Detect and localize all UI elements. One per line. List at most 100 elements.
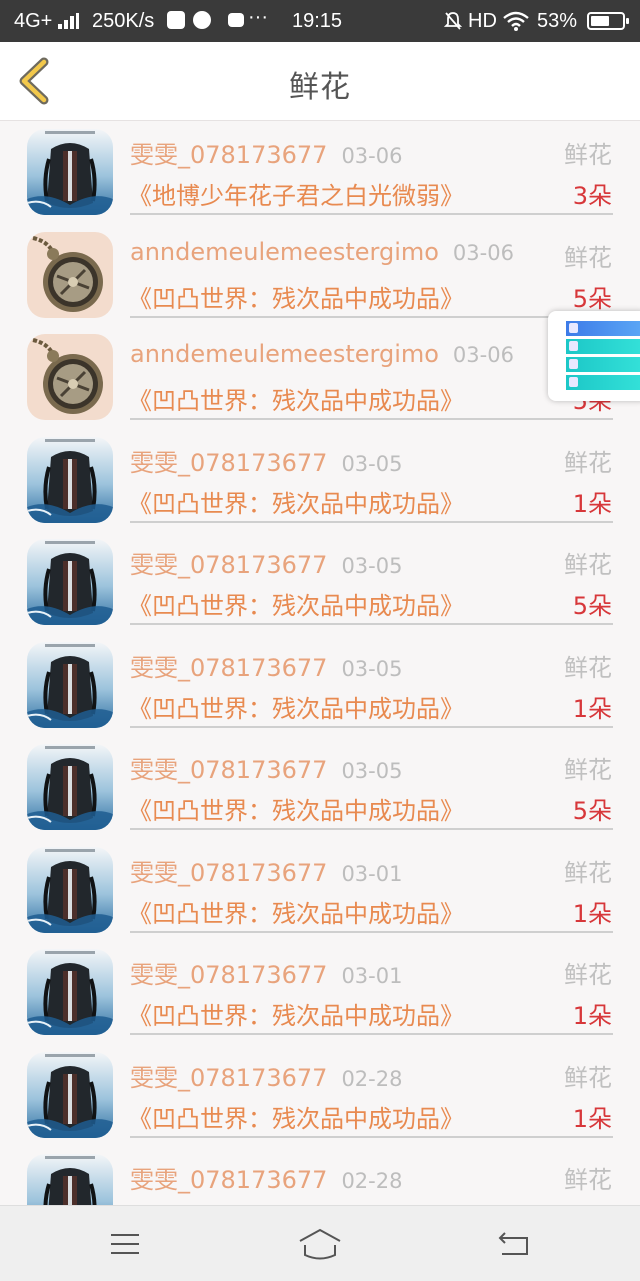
gift-type: 鲜花 <box>564 858 612 887</box>
shortcut-item[interactable] <box>566 357 640 372</box>
flower-record-list: 雯雯_078173677 03-06 鲜花 《地博少年花子君之白光微弱》 3朵 a… <box>0 121 640 1205</box>
home-icon[interactable] <box>296 1224 344 1264</box>
username-line[interactable]: 雯雯_078173677 03-05 <box>130 648 402 683</box>
row-divider <box>130 623 613 625</box>
network-label: 4G+ <box>14 10 53 32</box>
floating-shortcut-widget[interactable] <box>548 311 640 401</box>
username[interactable]: anndemeulemeestergimo <box>130 238 439 266</box>
shortcut-item[interactable] <box>566 339 640 354</box>
shortcut-item[interactable] <box>566 375 640 390</box>
signal-icon <box>58 13 79 29</box>
username-line[interactable]: 雯雯_078173677 03-05 <box>130 545 402 580</box>
system-navigation-bar <box>0 1205 640 1281</box>
username-line[interactable]: 雯雯_078173677 03-01 <box>130 955 402 990</box>
list-item[interactable]: 雯雯_078173677 03-05 鲜花 《凹凸世界：残次品中成功品》 1朵 <box>0 429 640 531</box>
media-icon <box>167 11 185 29</box>
backpack-avatar[interactable] <box>27 436 113 523</box>
list-item[interactable]: 雯雯_078173677 03-05 鲜花 《凹凸世界：残次品中成功品》 5朵 <box>0 531 640 633</box>
username[interactable]: 雯雯_078173677 <box>130 551 327 579</box>
username[interactable]: 雯雯_078173677 <box>130 1064 327 1092</box>
shortcut-item[interactable] <box>566 321 640 336</box>
backpack-avatar[interactable] <box>27 744 113 830</box>
row-divider <box>130 930 613 933</box>
flower-count: 5朵 <box>572 592 612 620</box>
flower-count: 3朵 <box>572 182 612 210</box>
username-line[interactable]: 雯雯_078173677 02-28 <box>130 1058 402 1093</box>
book-title-link[interactable]: 《凹凸世界：残次品中成功品》 <box>128 381 464 416</box>
list-item[interactable]: 雯雯_078173677 03-05 鲜花 《凹凸世界：残次品中成功品》 1朵 <box>0 634 640 736</box>
pocket-watch-avatar[interactable] <box>27 231 113 318</box>
mute-icon <box>444 12 462 30</box>
gift-type: 鲜花 <box>564 243 612 272</box>
gift-date: 03-05 <box>341 554 403 578</box>
book-title-link[interactable]: 《地博少年花子君之白光微弱》 <box>128 176 464 211</box>
username[interactable]: 雯雯_078173677 <box>130 1166 327 1194</box>
gift-date: 03-06 <box>341 144 403 168</box>
username[interactable]: 雯雯_078173677 <box>130 141 327 169</box>
more-notifications-icon: ··· <box>248 6 268 28</box>
username[interactable]: 雯雯_078173677 <box>130 859 327 887</box>
book-title-link[interactable]: 《凹凸世界：残次品中成功品》 <box>128 279 464 314</box>
backpack-avatar[interactable] <box>27 949 113 1035</box>
gift-date: 03-01 <box>341 861 403 886</box>
backpack-avatar[interactable] <box>27 846 113 933</box>
gift-type: 鲜花 <box>564 1166 612 1194</box>
username[interactable]: anndemeulemeestergimo <box>130 340 439 368</box>
username-line[interactable]: 雯雯_078173677 03-01 <box>130 853 402 888</box>
row-divider <box>130 315 613 318</box>
backpack-avatar[interactable] <box>27 1154 113 1205</box>
row-divider <box>130 418 613 420</box>
book-title-link[interactable]: 《凹凸世界：残次品中成功品》 <box>128 689 464 724</box>
book-title-link[interactable]: 《凹凸世界：残次品中成功品》 <box>128 996 464 1031</box>
backpack-avatar[interactable] <box>27 641 113 728</box>
gift-date: 02-28 <box>341 1169 403 1193</box>
book-title-link[interactable]: 《凹凸世界：残次品中成功品》 <box>128 1099 464 1134</box>
username-line[interactable]: 雯雯_078173677 02-28 <box>130 1160 402 1195</box>
username-line[interactable]: anndemeulemeestergimo 03-06 <box>130 340 514 368</box>
flower-count: 5朵 <box>572 284 612 313</box>
username-line[interactable]: anndemeulemeestergimo 03-06 <box>130 238 514 266</box>
gift-date: 03-06 <box>452 240 514 265</box>
backpack-avatar[interactable] <box>27 129 113 215</box>
flower-count: 1朵 <box>572 1002 612 1030</box>
list-item[interactable]: 雯雯_078173677 02-28 鲜花 <box>0 1146 640 1205</box>
row-divider <box>130 1135 613 1138</box>
username[interactable]: 雯雯_078173677 <box>130 449 327 477</box>
clock: 19:15 <box>292 10 343 32</box>
flower-count: 1朵 <box>572 1104 612 1133</box>
book-title-link[interactable]: 《凹凸世界：残次品中成功品》 <box>128 894 464 929</box>
page-title: 鲜花 <box>289 70 351 105</box>
gift-type: 鲜花 <box>564 756 612 784</box>
username[interactable]: 雯雯_078173677 <box>130 654 327 682</box>
list-item[interactable]: 雯雯_078173677 03-01 鲜花 《凹凸世界：残次品中成功品》 1朵 <box>0 839 640 941</box>
backpack-avatar[interactable] <box>27 539 113 625</box>
username-line[interactable]: 雯雯_078173677 03-05 <box>130 443 402 478</box>
book-title-link[interactable]: 《凹凸世界：残次品中成功品》 <box>128 586 464 621</box>
username-line[interactable]: 雯雯_078173677 03-05 <box>130 750 402 785</box>
browser-icon <box>193 11 211 29</box>
book-title-link[interactable]: 《凹凸世界：残次品中成功品》 <box>128 791 464 826</box>
status-bar: 4G+ 250K/s ··· 19:15 HD 53% <box>0 0 640 42</box>
list-item[interactable]: 雯雯_078173677 03-01 鲜花 《凹凸世界：残次品中成功品》 1朵 <box>0 941 640 1043</box>
flower-count: 1朵 <box>572 899 612 928</box>
username[interactable]: 雯雯_078173677 <box>130 756 327 784</box>
list-item[interactable]: 雯雯_078173677 03-06 鲜花 《地博少年花子君之白光微弱》 3朵 <box>0 121 640 223</box>
list-item[interactable]: anndemeulemeestergimo 03-06 鲜花 《凹凸世界：残次品中… <box>0 224 640 326</box>
backpack-avatar[interactable] <box>27 1051 113 1138</box>
gift-date: 03-06 <box>452 343 514 367</box>
gift-type: 鲜花 <box>564 448 612 477</box>
network-speed: 250K/s <box>92 10 155 32</box>
username-line[interactable]: 雯雯_078173677 03-06 <box>130 135 402 170</box>
back-arrow-icon[interactable] <box>491 1224 539 1264</box>
list-item[interactable]: anndemeulemeestergimo03-06 鲜花 《凹凸世界：残次品中… <box>0 326 640 428</box>
gift-type: 鲜花 <box>564 551 612 579</box>
battery-percent: 53% <box>537 10 578 32</box>
gift-type: 鲜花 <box>564 653 612 682</box>
menu-icon[interactable] <box>101 1224 149 1264</box>
username[interactable]: 雯雯_078173677 <box>130 961 327 989</box>
list-item[interactable]: 雯雯_078173677 02-28 鲜花 《凹凸世界：残次品中成功品》 1朵 <box>0 1044 640 1146</box>
gift-date: 03-01 <box>341 964 403 988</box>
book-title-link[interactable]: 《凹凸世界：残次品中成功品》 <box>128 484 464 519</box>
list-item[interactable]: 雯雯_078173677 03-05 鲜花 《凹凸世界：残次品中成功品》 5朵 <box>0 736 640 838</box>
pocket-watch-avatar[interactable] <box>27 334 113 420</box>
